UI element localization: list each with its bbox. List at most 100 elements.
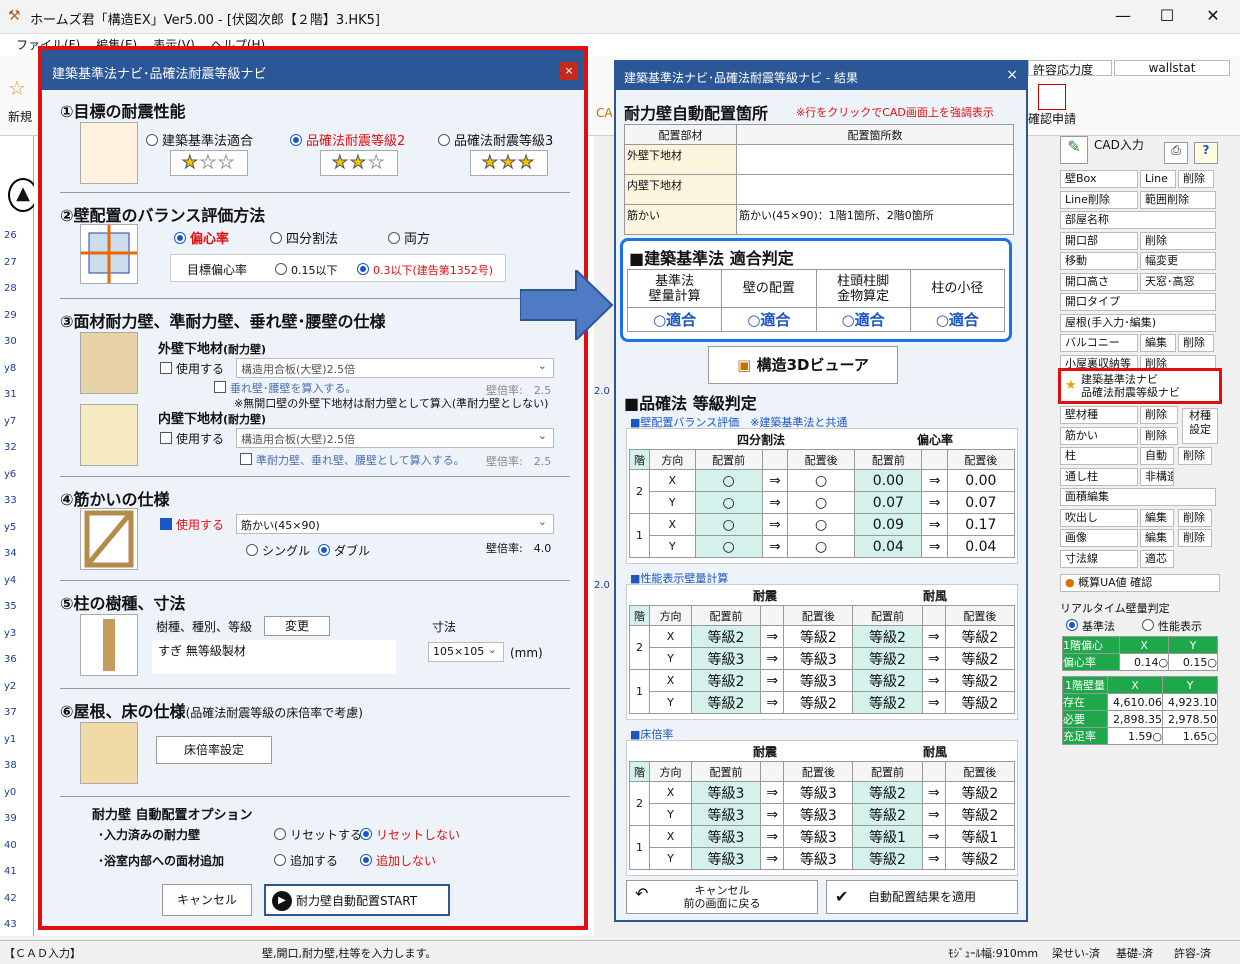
panel-button[interactable]: 削除 [1140,406,1178,424]
goal-option-grade3[interactable]: 品確法耐震等級3 [438,130,553,149]
opt-reset-radio[interactable] [274,828,286,840]
auto-row[interactable]: 筋かい 筋かい(45×90)：1階1箇所、2階0箇所 [624,204,1014,235]
maximize-icon[interactable]: ☐ [1152,6,1182,25]
floor-rate-button[interactable]: 床倍率設定 [156,736,272,764]
panel-button[interactable]: 削除 [1140,426,1178,445]
back-button[interactable]: ↶ キャンセル 前の画面に戻る [626,880,818,914]
brace-use-check[interactable] [160,518,172,530]
panel-button[interactable]: バルコニー [1060,334,1138,352]
ext-use-check[interactable] [160,362,172,374]
opt-add[interactable]: 追加する [274,852,338,869]
navi-button[interactable]: ★ 建築基準法ナビ 品確法耐震等級ナビ [1058,368,1222,404]
confirm-application-label[interactable]: 確認申請 [1028,110,1076,127]
target-option-015[interactable]: 0.15以下 [275,262,338,278]
panel-button[interactable]: 筋かい [1060,426,1138,445]
opt-noadd-radio[interactable] [360,854,372,866]
ext-hanging-check[interactable] [214,381,226,393]
rt-option-kijun[interactable]: 基準法 [1066,618,1115,634]
goal-radio-grade2[interactable] [290,134,302,146]
panel-button[interactable]: 削除 [1140,231,1216,250]
ua-check-button[interactable]: ● 概算UA値 確認 [1060,574,1220,592]
ext-use-checkbox[interactable]: 使用する [160,360,224,377]
ext-hanging-option[interactable]: 垂れ壁･腰壁を算入する。 [214,380,357,396]
panel-button[interactable]: 通し柱 [1060,467,1138,486]
cancel-button[interactable]: キャンセル [162,884,252,916]
goal-option-grade2[interactable]: 品確法耐震等級2 [290,130,405,149]
panel-button[interactable]: 吹出し [1060,508,1138,527]
balance-option-ecc[interactable]: 偏心率 [174,228,229,247]
panel-button[interactable]: 開口高さ [1060,272,1138,291]
auto-row[interactable]: 外壁下地材 [624,144,1014,175]
panel-button[interactable]: Line [1140,170,1176,188]
cad-input-icon[interactable]: ✎ [1060,136,1088,164]
panel-button[interactable]: 天窓･高窓 [1140,272,1216,291]
panel-button[interactable]: 開口部 [1060,231,1138,250]
apply-button[interactable]: ✔ 自動配置結果を適用 [826,880,1018,914]
ext-material-select[interactable]: 構造用合板(大壁)2.5倍 [236,358,554,378]
balance-radio-ecc[interactable] [174,232,186,244]
panel-button[interactable]: 削除 [1178,508,1212,527]
minimize-icon[interactable]: — [1108,6,1138,25]
panel-button[interactable]: 削除 [1178,447,1212,465]
balance-radio-both[interactable] [388,232,400,244]
int-material-select[interactable]: 構造用合板(大壁)2.5倍 [236,428,554,448]
tab-wallstat[interactable]: wallstat [1114,60,1230,76]
panel-button[interactable]: 編集 [1140,529,1174,547]
confirm-application-icon[interactable] [1038,84,1066,110]
column-size-select[interactable]: 105×105 [428,642,504,662]
brace-double-option[interactable]: ダブル [318,542,370,559]
panel-button[interactable]: 自動 [1140,447,1174,465]
new-label[interactable]: 新規 [8,108,32,125]
panel-button[interactable]: 削除 [1178,170,1214,188]
panel-button[interactable]: 移動 [1060,252,1138,270]
new-icon[interactable]: ☆ [8,76,26,100]
panel-button[interactable]: 部屋名称 [1060,211,1216,229]
panel-button[interactable]: 削除 [1178,334,1214,352]
navi-close-button[interactable]: × [560,62,578,80]
int-semi-check[interactable] [240,453,252,465]
panel-button[interactable]: 面積編集 [1060,488,1216,506]
int-use-checkbox[interactable]: 使用する [160,430,224,447]
panel-button[interactable]: 開口タイプ [1060,293,1216,311]
rt-radio-kijun[interactable] [1066,619,1078,631]
balance-option-both[interactable]: 両方 [388,228,430,247]
panel-button[interactable]: 寸法線 [1060,549,1138,568]
brace-use-checkbox[interactable]: 使用する [160,516,224,533]
column-change-button[interactable]: 変更 [264,616,330,636]
start-button[interactable]: ▶ 耐力壁自動配置START [264,884,450,916]
panel-button[interactable]: 編集 [1140,334,1176,352]
close-icon[interactable]: ✕ [1198,6,1228,25]
opt-add-radio[interactable] [274,854,286,866]
panel-button[interactable]: 柱 [1060,447,1138,465]
int-use-check[interactable] [160,432,172,444]
goal-radio-kijun[interactable] [146,134,158,146]
balance-radio-quarter[interactable] [270,232,282,244]
target-radio-03[interactable] [357,263,369,275]
panel-button[interactable]: 適芯 [1140,549,1174,568]
material-setting-button[interactable]: 材種 設定 [1182,408,1218,444]
balance-option-quarter[interactable]: 四分割法 [270,228,338,247]
int-semi-option[interactable]: 準耐力壁、垂れ壁、腰壁として算入する。 [240,452,465,468]
cad-label[interactable]: CA [596,106,613,120]
target-radio-015[interactable] [275,263,287,275]
rt-option-perf[interactable]: 性能表示 [1142,618,1202,634]
viewer-3d-button[interactable]: ▣ 構造3Dビューア [708,346,898,384]
brace-double-radio[interactable] [318,544,330,556]
panel-button[interactable]: 壁材種 [1060,406,1138,424]
printer-icon[interactable]: ⎙ [1164,142,1188,164]
panel-button[interactable]: 画像 [1060,529,1138,547]
panel-button[interactable]: 非構造柱 [1140,467,1174,486]
opt-noreset[interactable]: リセットしない [360,826,460,843]
panel-button[interactable]: 削除 [1178,529,1212,547]
result-close-button[interactable]: × [1006,67,1018,83]
panel-button[interactable]: 幅変更 [1140,252,1216,270]
rt-radio-perf[interactable] [1142,619,1154,631]
opt-noreset-radio[interactable] [360,828,372,840]
tab-allowable-stress[interactable]: 許容応力度 [1028,60,1112,77]
panel-button[interactable]: 壁Box [1060,170,1138,188]
panel-button[interactable]: 範囲削除 [1140,190,1216,209]
opt-reset[interactable]: リセットする [274,826,362,843]
brace-single-radio[interactable] [246,544,258,556]
auto-row[interactable]: 内壁下地材 [624,174,1014,205]
panel-button[interactable]: 屋根(手入力･編集) [1060,313,1216,332]
